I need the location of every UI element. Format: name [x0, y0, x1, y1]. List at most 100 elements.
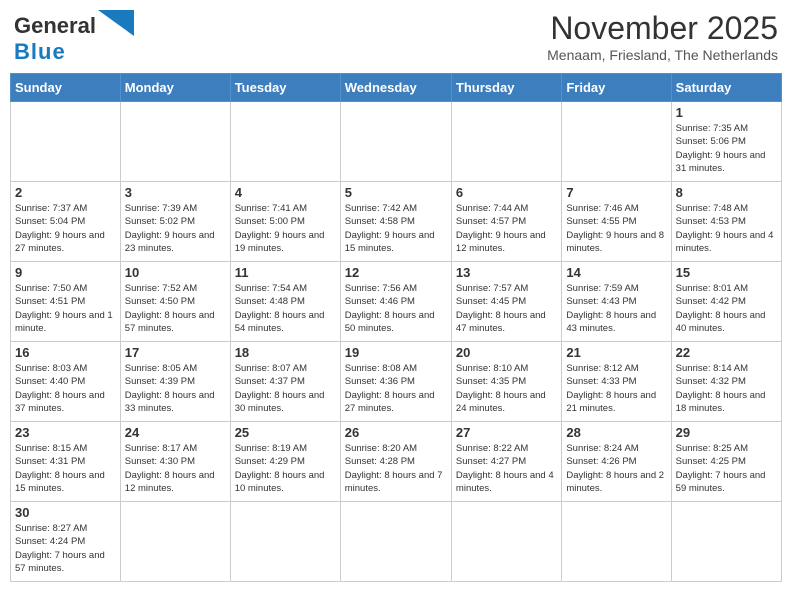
day-number: 15	[676, 265, 777, 280]
day-cell-30: 30Sunrise: 8:27 AMSunset: 4:24 PMDayligh…	[11, 502, 121, 582]
day-info: Sunrise: 7:59 AMSunset: 4:43 PMDaylight:…	[566, 282, 666, 335]
empty-cell	[340, 102, 451, 182]
day-number: 22	[676, 345, 777, 360]
weekday-header-wednesday: Wednesday	[340, 74, 451, 102]
day-cell-17: 17Sunrise: 8:05 AMSunset: 4:39 PMDayligh…	[120, 342, 230, 422]
day-cell-21: 21 Sunrise: 8:12 AMSunset: 4:33 PMDayligh…	[562, 342, 671, 422]
day-cell-23: 23 Sunrise: 8:15 AMSunset: 4:31 PMDayligh…	[11, 422, 121, 502]
day-cell-10: 10 Sunrise: 7:52 AMSunset: 4:50 PMDayligh…	[120, 262, 230, 342]
logo: General Blue	[14, 10, 134, 65]
day-cell-18: 18Sunrise: 8:07 AMSunset: 4:37 PMDayligh…	[230, 342, 340, 422]
day-number: 18	[235, 345, 336, 360]
day-number: 21	[566, 345, 666, 360]
day-cell-4: 4Sunrise: 7:41 AMSunset: 5:00 PMDaylight…	[230, 182, 340, 262]
week-row-1: 1Sunrise: 7:35 AMSunset: 5:06 PMDaylight…	[11, 102, 782, 182]
day-info: Sunrise: 7:57 AMSunset: 4:45 PMDaylight:…	[456, 282, 557, 335]
calendar-table: SundayMondayTuesdayWednesdayThursdayFrid…	[10, 73, 782, 582]
day-cell-13: 13 Sunrise: 7:57 AMSunset: 4:45 PMDayligh…	[451, 262, 561, 342]
day-number: 13	[456, 265, 557, 280]
day-info: Sunrise: 7:54 AMSunset: 4:48 PMDaylight:…	[235, 282, 336, 335]
day-cell-8: 8Sunrise: 7:48 AMSunset: 4:53 PMDaylight…	[671, 182, 781, 262]
day-info: Sunrise: 8:22 AMSunset: 4:27 PMDaylight:…	[456, 442, 557, 495]
week-row-2: 2 Sunrise: 7:37 AMSunset: 5:04 PMDaylight…	[11, 182, 782, 262]
logo-general-text: General	[14, 13, 96, 39]
day-number: 19	[345, 345, 447, 360]
day-info: Sunrise: 7:37 AMSunset: 5:04 PMDaylight:…	[15, 202, 116, 255]
day-number: 24	[125, 425, 226, 440]
day-cell-14: 14 Sunrise: 7:59 AMSunset: 4:43 PMDayligh…	[562, 262, 671, 342]
week-row-4: 16Sunrise: 8:03 AMSunset: 4:40 PMDayligh…	[11, 342, 782, 422]
day-number: 9	[15, 265, 116, 280]
empty-cell	[120, 502, 230, 582]
day-number: 12	[345, 265, 447, 280]
day-number: 25	[235, 425, 336, 440]
day-info: Sunrise: 8:03 AMSunset: 4:40 PMDaylight:…	[15, 362, 116, 415]
day-cell-3: 3 Sunrise: 7:39 AMSunset: 5:02 PMDaylight…	[120, 182, 230, 262]
day-number: 6	[456, 185, 557, 200]
day-cell-11: 11 Sunrise: 7:54 AMSunset: 4:48 PMDayligh…	[230, 262, 340, 342]
day-number: 10	[125, 265, 226, 280]
day-cell-12: 12 Sunrise: 7:56 AMSunset: 4:46 PMDayligh…	[340, 262, 451, 342]
day-number: 7	[566, 185, 666, 200]
page-header: General Blue November 2025 Menaam, Fries…	[10, 10, 782, 65]
weekday-header-sunday: Sunday	[11, 74, 121, 102]
day-cell-5: 5Sunrise: 7:42 AMSunset: 4:58 PMDaylight…	[340, 182, 451, 262]
day-info: Sunrise: 8:08 AMSunset: 4:36 PMDaylight:…	[345, 362, 447, 415]
day-cell-15: 15 Sunrise: 8:01 AMSunset: 4:42 PMDayligh…	[671, 262, 781, 342]
day-cell-16: 16Sunrise: 8:03 AMSunset: 4:40 PMDayligh…	[11, 342, 121, 422]
logo-blue-icon	[98, 10, 134, 36]
day-cell-28: 28 Sunrise: 8:24 AMSunset: 4:26 PMDayligh…	[562, 422, 671, 502]
day-number: 11	[235, 265, 336, 280]
day-cell-1: 1Sunrise: 7:35 AMSunset: 5:06 PMDaylight…	[671, 102, 781, 182]
day-number: 23	[15, 425, 116, 440]
month-title: November 2025	[547, 10, 778, 47]
day-info: Sunrise: 7:46 AMSunset: 4:55 PMDaylight:…	[566, 202, 666, 255]
day-cell-9: 9Sunrise: 7:50 AMSunset: 4:51 PMDaylight…	[11, 262, 121, 342]
day-number: 3	[125, 185, 226, 200]
day-cell-24: 24 Sunrise: 8:17 AMSunset: 4:30 PMDayligh…	[120, 422, 230, 502]
weekday-header-monday: Monday	[120, 74, 230, 102]
day-number: 14	[566, 265, 666, 280]
day-cell-20: 20Sunrise: 8:10 AMSunset: 4:35 PMDayligh…	[451, 342, 561, 422]
day-info: Sunrise: 7:41 AMSunset: 5:00 PMDaylight:…	[235, 202, 336, 255]
day-number: 26	[345, 425, 447, 440]
day-cell-27: 27 Sunrise: 8:22 AMSunset: 4:27 PMDayligh…	[451, 422, 561, 502]
day-cell-26: 26 Sunrise: 8:20 AMSunset: 4:28 PMDayligh…	[340, 422, 451, 502]
day-info: Sunrise: 7:52 AMSunset: 4:50 PMDaylight:…	[125, 282, 226, 335]
weekday-header-thursday: Thursday	[451, 74, 561, 102]
day-number: 1	[676, 105, 777, 120]
day-number: 27	[456, 425, 557, 440]
title-block: November 2025 Menaam, Friesland, The Net…	[547, 10, 778, 63]
day-cell-7: 7 Sunrise: 7:46 AMSunset: 4:55 PMDaylight…	[562, 182, 671, 262]
day-info: Sunrise: 7:39 AMSunset: 5:02 PMDaylight:…	[125, 202, 226, 255]
week-row-5: 23 Sunrise: 8:15 AMSunset: 4:31 PMDayligh…	[11, 422, 782, 502]
day-info: Sunrise: 8:20 AMSunset: 4:28 PMDaylight:…	[345, 442, 447, 495]
location: Menaam, Friesland, The Netherlands	[547, 47, 778, 63]
day-cell-19: 19 Sunrise: 8:08 AMSunset: 4:36 PMDayligh…	[340, 342, 451, 422]
empty-cell	[451, 102, 561, 182]
day-cell-2: 2 Sunrise: 7:37 AMSunset: 5:04 PMDaylight…	[11, 182, 121, 262]
day-number: 2	[15, 185, 116, 200]
weekday-header-tuesday: Tuesday	[230, 74, 340, 102]
day-number: 17	[125, 345, 226, 360]
day-info: Sunrise: 8:15 AMSunset: 4:31 PMDaylight:…	[15, 442, 116, 495]
weekday-header-row: SundayMondayTuesdayWednesdayThursdayFrid…	[11, 74, 782, 102]
day-info: Sunrise: 8:25 AMSunset: 4:25 PMDaylight:…	[676, 442, 777, 495]
day-info: Sunrise: 7:48 AMSunset: 4:53 PMDaylight:…	[676, 202, 777, 255]
day-info: Sunrise: 8:10 AMSunset: 4:35 PMDaylight:…	[456, 362, 557, 415]
day-number: 5	[345, 185, 447, 200]
weekday-header-friday: Friday	[562, 74, 671, 102]
empty-cell	[562, 502, 671, 582]
weekday-header-saturday: Saturday	[671, 74, 781, 102]
day-info: Sunrise: 7:56 AMSunset: 4:46 PMDaylight:…	[345, 282, 447, 335]
empty-cell	[340, 502, 451, 582]
empty-cell	[562, 102, 671, 182]
empty-cell	[671, 502, 781, 582]
logo-blue-text: Blue	[14, 39, 66, 64]
day-info: Sunrise: 8:01 AMSunset: 4:42 PMDaylight:…	[676, 282, 777, 335]
day-number: 28	[566, 425, 666, 440]
day-info: Sunrise: 8:12 AMSunset: 4:33 PMDaylight:…	[566, 362, 666, 415]
day-cell-22: 22Sunrise: 8:14 AMSunset: 4:32 PMDayligh…	[671, 342, 781, 422]
day-info: Sunrise: 8:17 AMSunset: 4:30 PMDaylight:…	[125, 442, 226, 495]
day-info: Sunrise: 8:24 AMSunset: 4:26 PMDaylight:…	[566, 442, 666, 495]
